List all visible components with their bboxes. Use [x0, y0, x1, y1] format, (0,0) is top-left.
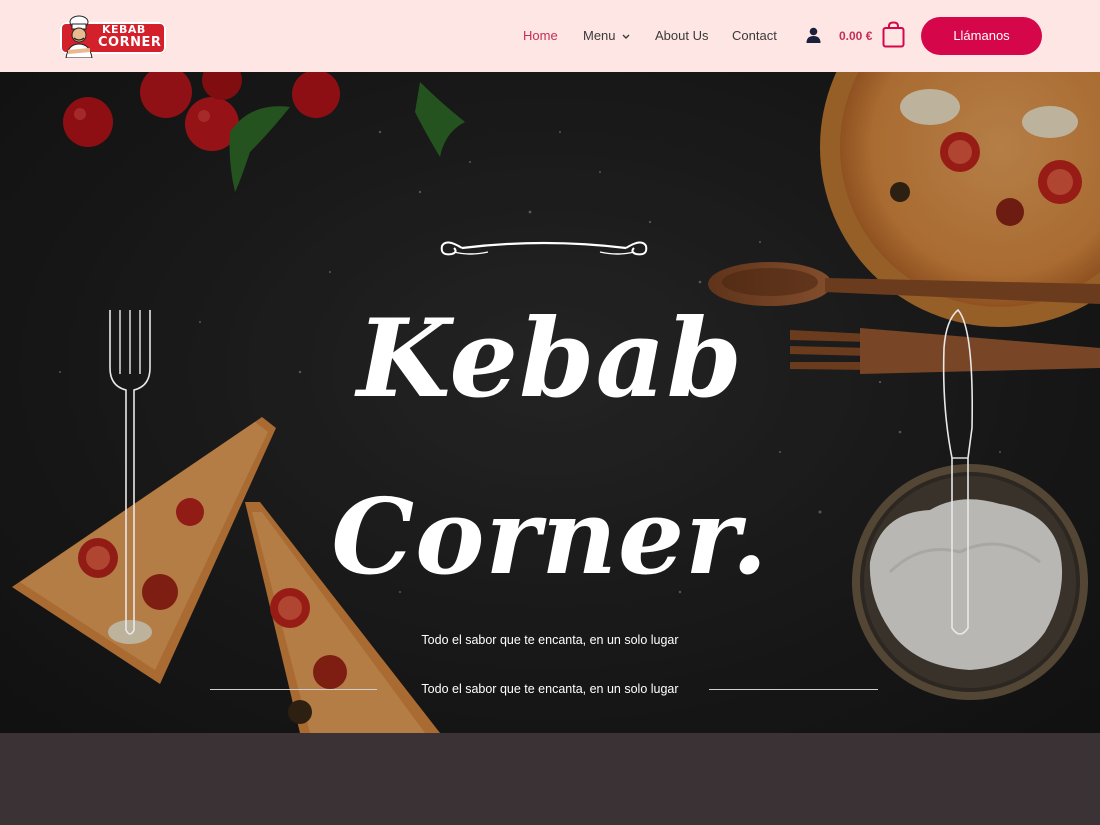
hero-subtitle-secondary: Todo el sabor que te encanta, en un solo…: [421, 682, 679, 696]
hero-subtitle-primary: Todo el sabor que te encanta, en un solo…: [421, 633, 679, 647]
nav-item-contact[interactable]: Contact: [732, 26, 777, 46]
chevron-down-icon: [622, 34, 630, 39]
ornament-divider: [440, 241, 648, 256]
shopping-bag-icon[interactable]: [882, 21, 905, 48]
hero-title-line2: Corner.: [331, 475, 769, 598]
cart-total[interactable]: 0.00 €: [839, 26, 872, 46]
divider-line-right: [709, 689, 878, 690]
next-section-band: [0, 733, 1100, 825]
nav-item-menu-label: Menu: [583, 28, 616, 43]
hero-section: Kebab Corner. Todo el sabor que te encan…: [0, 72, 1100, 733]
hero-title-line1: Kebab: [356, 296, 744, 422]
nav-item-menu[interactable]: Menu: [583, 26, 630, 46]
divider-line-left: [210, 689, 377, 690]
nav-item-home[interactable]: Home: [523, 26, 558, 46]
nav-item-about-us[interactable]: About Us: [655, 26, 708, 46]
call-us-button[interactable]: Llámanos: [921, 17, 1042, 55]
site-header: KEBAB CORNER Home Menu About Us Contact …: [0, 0, 1100, 72]
user-icon[interactable]: [806, 27, 821, 43]
